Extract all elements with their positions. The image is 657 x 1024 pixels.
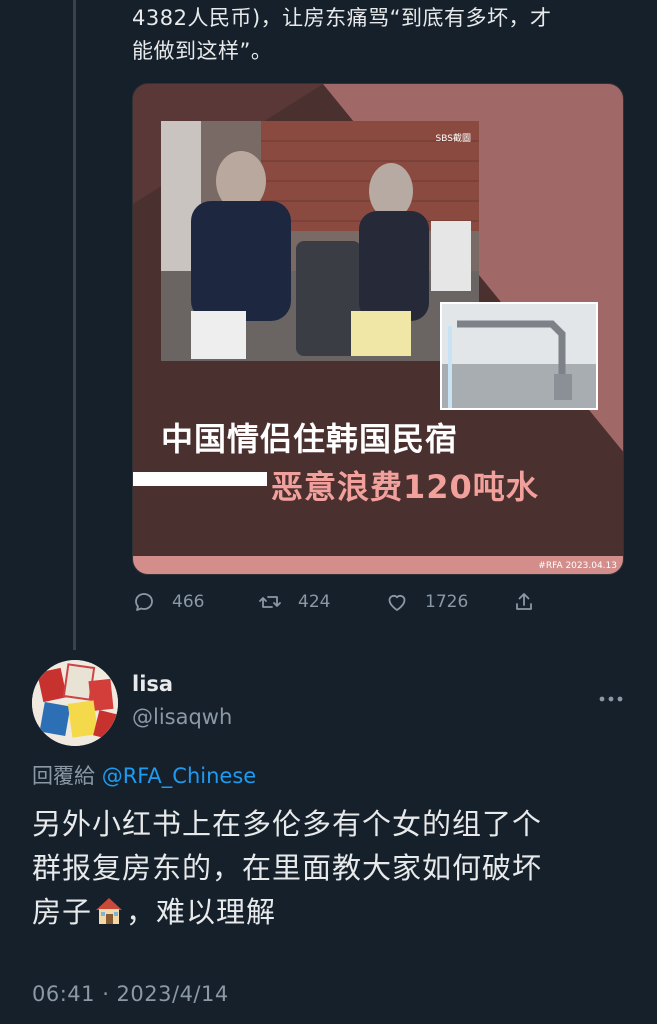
reply-button[interactable]: 466 (132, 590, 204, 614)
share-icon (516, 593, 532, 610)
media-headline-line-1: 中国情侣住韩国民宿 (161, 420, 459, 458)
reply-tweet-line-3-end: ，难以理解 (126, 895, 277, 929)
tweet-timestamp[interactable]: 06:41 · 2023/4/14 (32, 982, 229, 1006)
cctv-photo: SBS截圖 (161, 121, 479, 361)
replying-to-link[interactable]: @RFA_Chinese (102, 764, 257, 788)
like-button[interactable]: 1726 (385, 590, 468, 614)
tweet-media-image[interactable]: SBS截圖 中国情侣住韩国民宿 恶意浪费120吨水 #RFA 2023.04.1… (132, 83, 624, 575)
rfa-source-tag: #RFA 2023.04.13 (538, 561, 617, 571)
heart-icon (388, 594, 406, 611)
previous-tweet-text-line-2: 能做到这样”。 (132, 39, 273, 63)
previous-tweet-text: 4382人民币)，让房东痛骂“到底有多坏，才 能做到这样”。 (132, 2, 642, 68)
media-bottom-band: #RFA 2023.04.13 (133, 556, 623, 574)
thread-connector-line (73, 0, 76, 650)
more-options-button[interactable] (598, 684, 624, 708)
reply-tweet-line-1: 另外小红书上在多伦多有个女的组了个 (32, 807, 543, 841)
reply-count: 466 (172, 592, 205, 612)
author-name[interactable]: lisa (132, 672, 173, 696)
share-button[interactable] (512, 590, 552, 614)
previous-tweet-text-line-1: 4382人民币)，让房东痛骂“到底有多坏，才 (132, 6, 552, 30)
headline-accent-bar (133, 472, 267, 486)
reply-tweet-line-3: 房子 ，难以理解 (32, 890, 632, 934)
more-icon (599, 696, 623, 702)
retweet-button[interactable]: 424 (258, 590, 330, 614)
replying-to: 回覆給 @RFA_Chinese (32, 760, 256, 790)
house-emoji-icon (96, 898, 123, 924)
like-count: 1726 (425, 592, 469, 612)
tweet-action-bar: 466 424 1726 (132, 590, 632, 620)
photo-credit: SBS截圖 (435, 134, 471, 144)
author-handle[interactable]: @lisaqwh (132, 705, 232, 729)
reply-tweet-line-3-start: 房子 (32, 895, 93, 929)
media-headline-line-2: 恶意浪费120吨水 (271, 468, 539, 506)
comment-icon (135, 593, 153, 611)
reply-tweet-text: 另外小红书上在多伦多有个女的组了个 群报复房东的，在里面教大家如何破坏 房子 ，… (32, 802, 632, 934)
avatar[interactable] (32, 660, 118, 746)
reply-tweet-line-2: 群报复房东的，在里面教大家如何破坏 (32, 851, 543, 885)
faucet-inset-photo (440, 302, 598, 410)
retweet-count: 424 (298, 592, 331, 612)
replying-to-label: 回覆給 (32, 764, 102, 788)
retweet-icon (259, 596, 281, 608)
